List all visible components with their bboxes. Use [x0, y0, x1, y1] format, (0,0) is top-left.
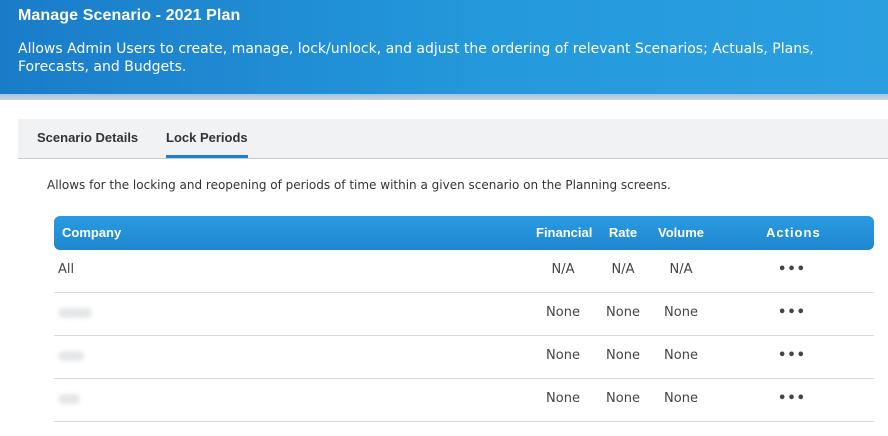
company-cell: [58, 336, 84, 378]
table-row: None None None •••: [54, 336, 874, 379]
financial-lock-cell: None: [546, 305, 580, 320]
table-row: All N/A N/A N/A •••: [54, 250, 874, 293]
table-row: None None None •••: [54, 379, 874, 422]
volume-lock-cell: N/A: [669, 262, 693, 277]
rate-lock-cell: None: [606, 305, 640, 320]
financial-lock-cell: N/A: [551, 262, 575, 277]
volume-lock-cell: None: [664, 305, 698, 320]
page-header: Manage Scenario - 2021 Plan Allows Admin…: [0, 0, 888, 94]
rate-lock-cell: None: [606, 391, 640, 406]
redacted-company-name: [58, 308, 92, 318]
row-actions-menu-icon[interactable]: •••: [766, 250, 818, 290]
redacted-company-name: [58, 351, 84, 361]
row-actions-menu-icon[interactable]: •••: [766, 379, 818, 419]
column-header-actions: Actions: [766, 225, 821, 240]
tab-lock-periods[interactable]: Lock Periods: [166, 119, 248, 158]
company-cell: [58, 379, 80, 421]
column-header-financial[interactable]: Financial: [536, 216, 592, 250]
lock-periods-description: Allows for the locking and reopening of …: [47, 178, 671, 192]
row-actions-menu-icon[interactable]: •••: [766, 293, 818, 333]
rate-lock-cell: N/A: [611, 262, 635, 277]
financial-lock-cell: None: [546, 391, 580, 406]
table-row: None None None •••: [54, 293, 874, 336]
company-cell: [58, 293, 92, 335]
volume-lock-cell: None: [664, 348, 698, 363]
volume-lock-cell: None: [664, 391, 698, 406]
table-header: Company Financial Rate Volume Actions: [54, 216, 874, 250]
tab-bar: Scenario Details Lock Periods: [18, 119, 888, 159]
tab-scenario-details[interactable]: Scenario Details: [37, 119, 138, 158]
rate-lock-cell: None: [606, 348, 640, 363]
row-actions-menu-icon[interactable]: •••: [766, 336, 818, 376]
page-title: Manage Scenario - 2021 Plan: [18, 7, 241, 24]
column-header-rate[interactable]: Rate: [600, 216, 646, 250]
header-divider: [0, 94, 888, 100]
page-description: Allows Admin Users to create, manage, lo…: [18, 41, 814, 75]
column-header-volume[interactable]: Volume: [656, 216, 706, 250]
redacted-company-name: [58, 394, 80, 404]
column-header-company[interactable]: Company: [62, 216, 121, 250]
lock-periods-table: Company Financial Rate Volume Actions Al…: [54, 216, 874, 422]
financial-lock-cell: None: [546, 348, 580, 363]
company-cell: All: [58, 262, 75, 277]
